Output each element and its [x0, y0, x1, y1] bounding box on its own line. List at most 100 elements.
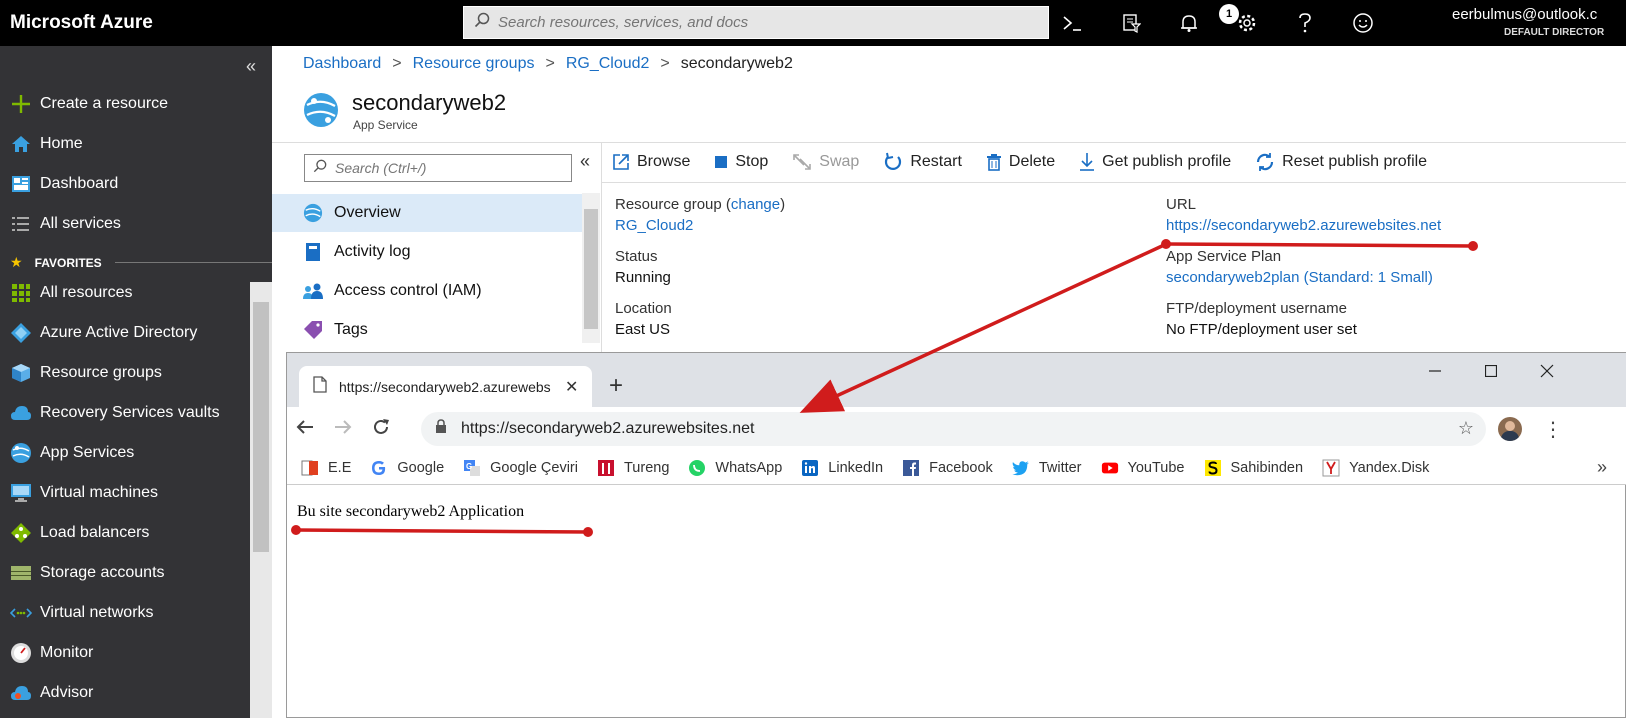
forward-arrow-icon[interactable] — [333, 417, 353, 443]
nav-create-resource[interactable]: Create a resource — [0, 86, 250, 122]
nav-storage-accounts[interactable]: Storage accounts — [0, 555, 250, 591]
breadcrumb-dashboard[interactable]: Dashboard — [303, 55, 381, 73]
resource-group-value[interactable]: RG_Cloud2 — [615, 217, 785, 234]
nav-azure-active-directory[interactable]: Azure Active Directory — [0, 315, 250, 351]
browser-toolbar: https://secondaryweb2.azurewebsites.net … — [287, 407, 1626, 451]
reload-icon[interactable] — [371, 417, 391, 443]
breadcrumb-resource-groups[interactable]: Resource groups — [413, 55, 535, 73]
global-search[interactable] — [463, 6, 1049, 39]
bookmark-ee[interactable]: E.E — [301, 459, 351, 477]
nav-label: Resource groups — [40, 364, 162, 381]
nav-load-balancers[interactable]: Load balancers — [0, 515, 250, 551]
collapse-nav-button[interactable]: « — [246, 56, 256, 77]
bookmarks-overflow-button[interactable]: » — [1597, 457, 1607, 478]
storage-icon — [9, 561, 33, 585]
nav-label: All resources — [40, 284, 133, 301]
help-question-icon[interactable] — [1290, 10, 1320, 36]
bookmark-tureng[interactable]: Tureng — [597, 459, 669, 477]
nav-scrollbar-thumb[interactable] — [253, 302, 269, 552]
app-service-globe-icon — [302, 202, 324, 224]
url-label: URL — [1166, 196, 1197, 213]
essential-url: URL https://secondaryweb2.azurewebsites.… — [1166, 196, 1441, 234]
resource-menu-search-input[interactable] — [335, 160, 565, 176]
menu-item-label: Overview — [334, 204, 401, 221]
bookmark-google-ceviri[interactable]: G Google Çeviri — [463, 459, 578, 477]
bookmark-star-icon[interactable]: ☆ — [1458, 418, 1474, 439]
menu-item-activity-log[interactable]: Activity log — [272, 233, 582, 271]
active-directory-icon — [9, 321, 33, 345]
bookmark-google[interactable]: Google — [370, 459, 444, 477]
minimize-window-icon[interactable] — [1415, 357, 1455, 385]
browser-menu-icon[interactable]: ⋮ — [1543, 417, 1563, 442]
bookmark-yandex-disk[interactable]: Yandex.Disk — [1322, 459, 1429, 477]
nav-all-resources[interactable]: All resources — [0, 275, 250, 311]
resource-group-label: Resource group (change) — [615, 196, 786, 213]
menu-item-label: Tags — [334, 321, 368, 338]
svg-text:G: G — [466, 462, 472, 471]
nav-advisor[interactable]: Advisor — [0, 675, 250, 711]
bookmark-youtube[interactable]: YouTube — [1101, 459, 1185, 477]
browser-tab[interactable]: https://secondaryweb2.azurewebs ✕ — [299, 366, 592, 407]
brand-title[interactable]: Microsoft Azure — [10, 12, 153, 34]
address-bar[interactable]: https://secondaryweb2.azurewebsites.net … — [421, 412, 1486, 446]
notifications-bell-icon[interactable] — [1174, 10, 1204, 36]
cloud-icon — [9, 401, 33, 425]
nav-monitor[interactable]: Monitor — [0, 635, 250, 671]
nav-home[interactable]: Home — [0, 126, 250, 162]
whatsapp-icon — [688, 459, 706, 477]
profile-avatar[interactable] — [1498, 417, 1522, 441]
plus-icon — [9, 92, 33, 116]
resource-menu-scrollbar[interactable] — [582, 193, 600, 343]
resource-menu-scrollbar-thumb[interactable] — [584, 209, 598, 329]
ftp-value: No FTP/deployment user set — [1166, 321, 1357, 338]
nav-recovery-services-vaults[interactable]: Recovery Services vaults — [0, 395, 250, 431]
reset-publish-profile-button[interactable]: Reset publish profile — [1255, 152, 1427, 172]
close-tab-icon[interactable]: ✕ — [565, 377, 578, 397]
feedback-smiley-icon[interactable] — [1348, 10, 1378, 36]
bookmark-sahibinden[interactable]: Sahibinden — [1204, 459, 1303, 477]
nav-resource-groups[interactable]: Resource groups — [0, 355, 250, 391]
change-resource-group-link[interactable]: change — [731, 196, 780, 213]
cloud-shell-icon[interactable] — [1057, 10, 1087, 36]
maximize-window-icon[interactable] — [1471, 357, 1511, 385]
menu-item-overview[interactable]: Overview — [272, 194, 582, 232]
menu-item-tags[interactable]: Tags — [272, 311, 582, 349]
collapse-menu-button[interactable]: « — [580, 151, 590, 172]
delete-button[interactable]: Delete — [986, 153, 1055, 171]
cube-icon — [9, 361, 33, 385]
nav-app-services[interactable]: App Services — [0, 435, 250, 471]
nav-scrollbar[interactable] — [250, 282, 272, 718]
stop-label: Stop — [735, 153, 769, 170]
stop-button[interactable]: Stop — [714, 153, 768, 171]
bookmark-whatsapp[interactable]: WhatsApp — [688, 459, 782, 477]
nav-dashboard[interactable]: Dashboard — [0, 166, 250, 202]
browse-button[interactable]: Browse — [612, 153, 690, 171]
nav-virtual-machines[interactable]: Virtual machines — [0, 475, 250, 511]
restart-button[interactable]: Restart — [883, 152, 962, 172]
nav-label: Advisor — [40, 684, 94, 701]
address-bar-url[interactable]: https://secondaryweb2.azurewebsites.net — [461, 420, 755, 438]
left-nav: « Create a resource Home Dashboard All s… — [0, 46, 272, 718]
menu-item-access-control[interactable]: Access control (IAM) — [272, 272, 582, 310]
new-tab-button[interactable]: + — [609, 372, 623, 400]
user-account[interactable]: eerbulmus@outlook.c DEFAULT DIRECTOR — [1452, 6, 1626, 38]
url-value[interactable]: https://secondaryweb2.azurewebsites.net — [1166, 217, 1441, 234]
nav-all-services[interactable]: All services — [0, 206, 250, 242]
get-publish-profile-button[interactable]: Get publish profile — [1079, 152, 1231, 172]
global-search-input[interactable] — [498, 14, 1018, 31]
bookmark-linkedin[interactable]: LinkedIn — [801, 459, 883, 477]
settings-gear-icon[interactable] — [1232, 10, 1262, 36]
nav-virtual-networks[interactable]: Virtual networks — [0, 595, 250, 631]
swap-button[interactable]: Swap — [792, 153, 859, 171]
close-window-icon[interactable] — [1527, 357, 1567, 385]
bookmark-twitter[interactable]: Twitter — [1012, 459, 1082, 477]
swap-label: Swap — [819, 153, 860, 170]
breadcrumb-rg-cloud2[interactable]: RG_Cloud2 — [566, 55, 650, 73]
plan-value[interactable]: secondaryweb2plan (Standard: 1 Small) — [1166, 269, 1433, 286]
resource-menu-search[interactable] — [304, 154, 572, 182]
restart-label: Restart — [910, 153, 962, 170]
app-service-globe-icon — [9, 441, 33, 465]
back-arrow-icon[interactable] — [295, 417, 315, 443]
bookmark-facebook[interactable]: Facebook — [902, 459, 993, 477]
directory-filter-icon[interactable] — [1116, 10, 1146, 36]
